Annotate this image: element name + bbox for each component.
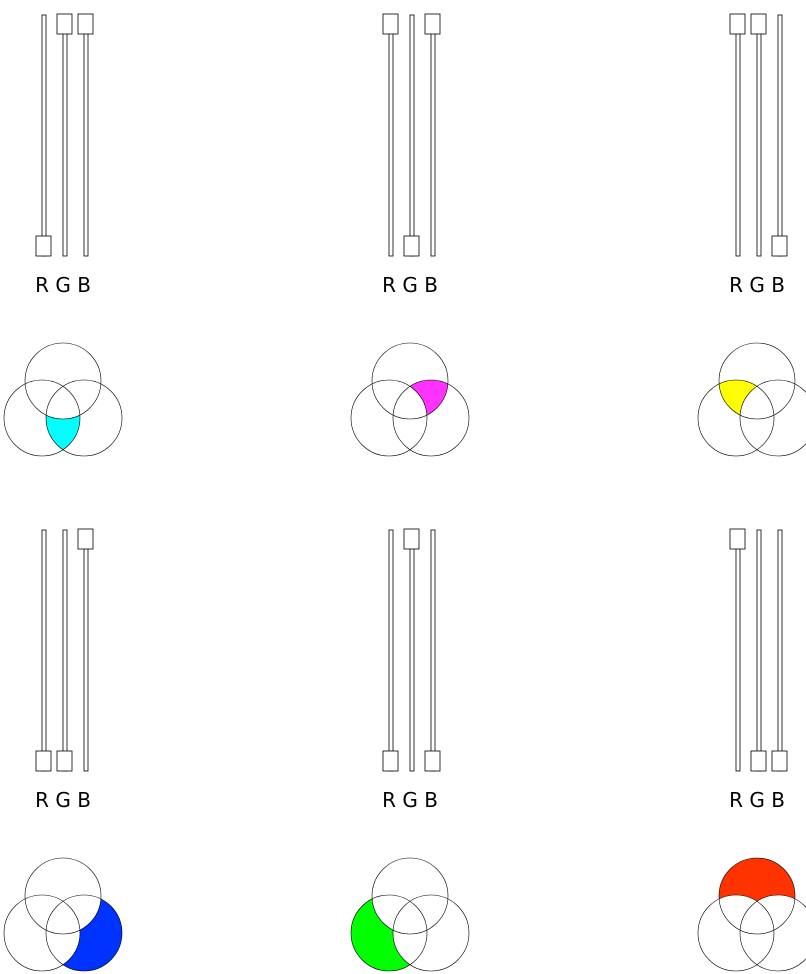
channel-label-r: R [35, 788, 49, 812]
slider-track-b[interactable] [83, 14, 89, 257]
channel-labels: R G B [729, 273, 785, 297]
slider-track-r[interactable] [735, 14, 741, 257]
slider-handle-g[interactable] [403, 235, 420, 257]
slider-handle-b[interactable] [771, 750, 788, 772]
channel-label-b: B [418, 273, 438, 297]
channel-label-g: G [49, 788, 71, 812]
channel-label-r: R [729, 273, 743, 297]
slider-handle-r[interactable] [382, 13, 399, 35]
slider-handle-r[interactable] [729, 528, 746, 550]
slider-track-b[interactable] [777, 14, 783, 257]
channel-label-r: R [729, 788, 743, 812]
slider-handle-g[interactable] [56, 13, 73, 35]
rgb-panel-4: R G B [3, 528, 123, 972]
venn-highlight-region [46, 380, 80, 456]
channel-label-b: B [765, 273, 785, 297]
slider-handle-g[interactable] [56, 750, 73, 772]
slider-track-g[interactable] [62, 529, 68, 772]
slider-handle-g[interactable] [750, 13, 767, 35]
venn-highlight-region [46, 895, 122, 971]
venn-highlight-region [351, 895, 427, 971]
rgb-panel-2: R G B [350, 13, 470, 457]
channel-label-g: G [49, 273, 71, 297]
slider-handle-g[interactable] [403, 528, 420, 550]
slider-track-b[interactable] [430, 529, 436, 772]
channel-label-r: R [35, 273, 49, 297]
channel-label-b: B [71, 273, 91, 297]
slider-handle-b[interactable] [424, 750, 441, 772]
slider-track-r[interactable] [41, 529, 47, 772]
channel-label-b: B [418, 788, 438, 812]
channel-labels: R G B [382, 788, 438, 812]
slider-handle-b[interactable] [771, 235, 788, 257]
slider-track-r[interactable] [735, 529, 741, 772]
channel-label-r: R [382, 273, 396, 297]
venn-highlight-region [393, 380, 448, 419]
slider-handle-r[interactable] [382, 750, 399, 772]
venn-highlight-region [719, 858, 795, 934]
slider-handle-g[interactable] [750, 750, 767, 772]
slider-track-g[interactable] [756, 14, 762, 257]
slider-handle-r[interactable] [35, 235, 52, 257]
slider-handle-b[interactable] [424, 13, 441, 35]
slider-handle-r[interactable] [729, 13, 746, 35]
channel-label-b: B [765, 788, 785, 812]
slider-track-g[interactable] [756, 529, 762, 772]
slider-track-g[interactable] [409, 529, 415, 772]
rgb-panel-1: R G B [3, 13, 123, 457]
channel-labels: R G B [35, 273, 91, 297]
channel-label-b: B [71, 788, 91, 812]
channel-label-r: R [382, 788, 396, 812]
slider-track-b[interactable] [83, 529, 89, 772]
channel-label-g: G [743, 788, 765, 812]
rgb-panel-3: R G B [697, 13, 806, 457]
slider-track-r[interactable] [388, 529, 394, 772]
slider-handle-b[interactable] [77, 13, 94, 35]
channel-labels: R G B [35, 788, 91, 812]
slider-track-b[interactable] [777, 529, 783, 772]
slider-track-r[interactable] [388, 14, 394, 257]
rgb-diagram: R G BR G BR G BR G BR G BR G B [3, 13, 806, 972]
slider-track-g[interactable] [409, 14, 415, 257]
channel-labels: R G B [729, 788, 785, 812]
channel-label-g: G [743, 273, 765, 297]
slider-track-r[interactable] [41, 14, 47, 257]
rgb-panel-6: R G B [697, 528, 806, 972]
slider-handle-r[interactable] [35, 750, 52, 772]
rgb-panel-5: R G B [350, 528, 470, 972]
slider-track-g[interactable] [62, 14, 68, 257]
slider-track-b[interactable] [430, 14, 436, 257]
channel-label-g: G [396, 273, 418, 297]
venn-highlight-region [719, 380, 774, 419]
channel-labels: R G B [382, 273, 438, 297]
channel-label-g: G [396, 788, 418, 812]
slider-handle-b[interactable] [77, 528, 94, 550]
